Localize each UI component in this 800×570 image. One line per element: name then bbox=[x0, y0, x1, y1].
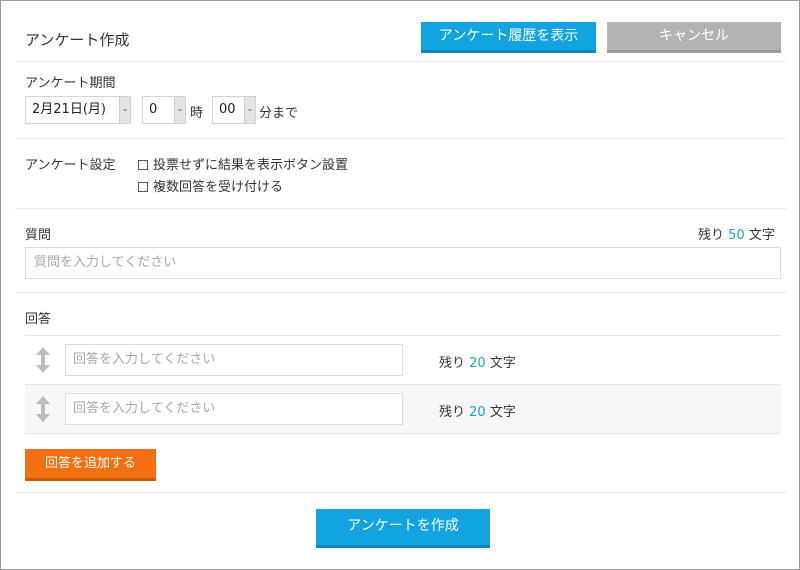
date-select-value: 2月21日(月) bbox=[32, 102, 106, 117]
divider bbox=[15, 138, 787, 139]
remaining-prefix: 残り bbox=[698, 228, 725, 243]
answer-input[interactable]: 回答を入力してください bbox=[65, 393, 403, 425]
answers-label: 回答 bbox=[25, 312, 52, 327]
answer-placeholder: 回答を入力してください bbox=[73, 401, 216, 416]
hour-select[interactable]: 0 ⌄ bbox=[142, 96, 186, 124]
settings-label: アンケート設定 bbox=[25, 158, 116, 173]
poll-create-dialog: アンケート作成 アンケート履歴を表示 キャンセル アンケート期間 2月21日(月… bbox=[0, 0, 800, 570]
remaining-suffix: 文字 bbox=[489, 356, 516, 371]
answer-remaining: 残り 20 文字 bbox=[439, 401, 516, 420]
option-show-results-label: 投票せずに結果を表示ボタン設置 bbox=[153, 158, 349, 173]
hour-suffix: 時 bbox=[190, 106, 204, 121]
minute-select[interactable]: 00 ⌄ bbox=[212, 96, 256, 124]
minute-suffix: 分まで bbox=[259, 106, 299, 121]
checkbox-icon[interactable] bbox=[138, 182, 148, 192]
remaining-suffix: 文字 bbox=[489, 405, 516, 420]
drag-handle-icon[interactable] bbox=[35, 395, 51, 423]
divider bbox=[15, 208, 787, 209]
remaining-prefix: 残り bbox=[439, 356, 466, 371]
dialog-title: アンケート作成 bbox=[25, 31, 130, 49]
checkbox-icon[interactable] bbox=[138, 160, 148, 170]
answer-remaining: 残り 20 文字 bbox=[439, 352, 516, 371]
remaining-count: 20 bbox=[469, 405, 486, 420]
answer-row: 回答を入力してください 残り 20 文字 bbox=[25, 384, 781, 433]
question-input[interactable]: 質問を入力してください bbox=[25, 247, 781, 279]
chevron-down-icon: ⌄ bbox=[244, 97, 255, 123]
remaining-suffix: 文字 bbox=[748, 228, 775, 243]
option-show-results[interactable]: 投票せずに結果を表示ボタン設置 bbox=[138, 154, 348, 173]
minute-select-value: 00 bbox=[219, 102, 236, 117]
create-poll-button[interactable]: アンケートを作成 bbox=[316, 509, 490, 548]
divider bbox=[25, 433, 781, 434]
divider bbox=[15, 292, 787, 293]
period-label: アンケート期間 bbox=[25, 76, 116, 91]
answer-input[interactable]: 回答を入力してください bbox=[65, 344, 403, 376]
remaining-prefix: 残り bbox=[439, 405, 466, 420]
divider bbox=[15, 61, 787, 62]
show-history-button[interactable]: アンケート履歴を表示 bbox=[421, 22, 596, 53]
chevron-down-icon: ⌄ bbox=[174, 97, 185, 123]
add-answer-button[interactable]: 回答を追加する bbox=[25, 449, 156, 481]
question-remaining: 残り 50 文字 bbox=[698, 224, 775, 243]
answer-placeholder: 回答を入力してください bbox=[73, 352, 216, 367]
cancel-button[interactable]: キャンセル bbox=[607, 22, 781, 53]
chevron-down-icon: ⌄ bbox=[119, 97, 130, 123]
option-multiple-answers[interactable]: 複数回答を受け付ける bbox=[138, 176, 283, 195]
divider bbox=[15, 492, 787, 493]
question-label: 質問 bbox=[25, 228, 52, 243]
answer-row: 回答を入力してください 残り 20 文字 bbox=[25, 335, 781, 384]
hour-select-value: 0 bbox=[149, 102, 158, 117]
date-select[interactable]: 2月21日(月) ⌄ bbox=[25, 96, 131, 124]
question-placeholder: 質問を入力してください bbox=[34, 255, 177, 270]
remaining-count: 20 bbox=[469, 356, 486, 371]
option-multiple-answers-label: 複数回答を受け付ける bbox=[153, 180, 284, 195]
remaining-count: 50 bbox=[728, 228, 745, 243]
drag-handle-icon[interactable] bbox=[35, 346, 51, 374]
